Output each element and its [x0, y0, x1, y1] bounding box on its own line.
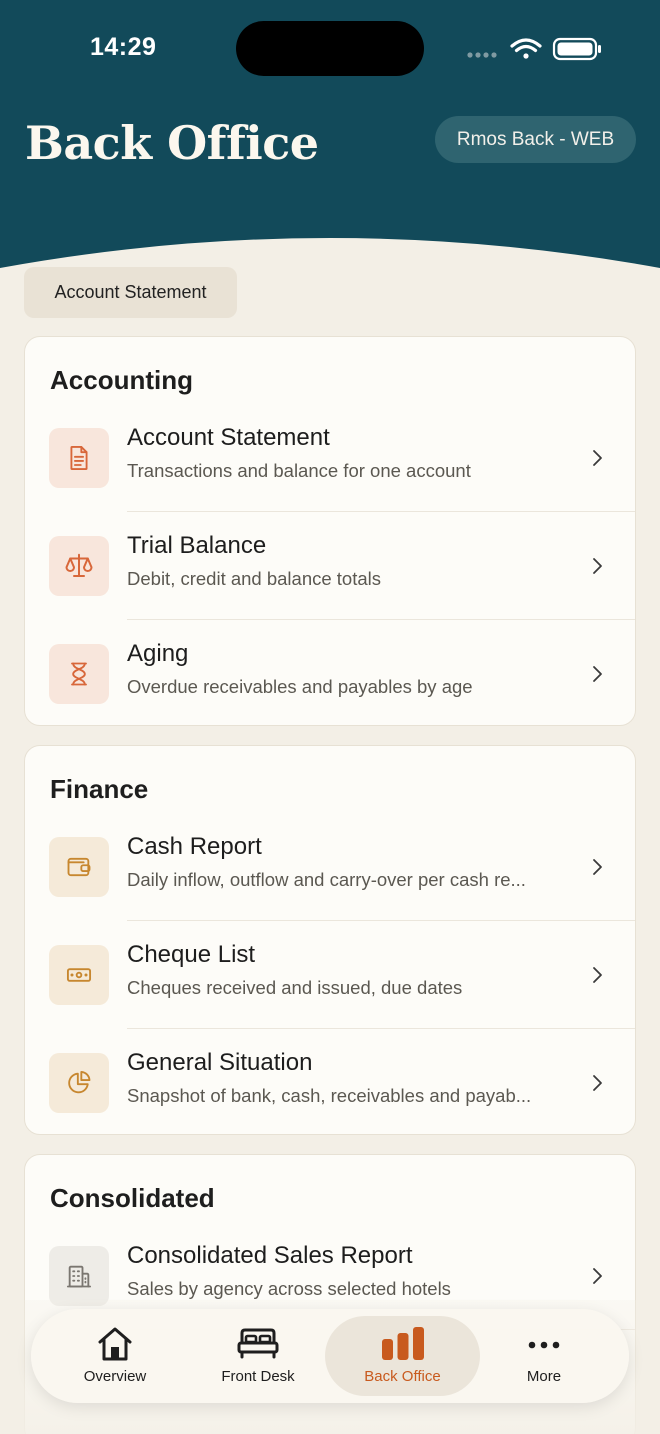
- tab-back-office[interactable]: Back Office: [325, 1309, 480, 1403]
- list-item-subtitle: Transactions and balance for one account: [127, 460, 471, 481]
- hourglass-icon: [49, 644, 109, 704]
- header: 14:29 Back Office Rmos Back - WEB: [0, 0, 660, 300]
- status-icons: [467, 37, 601, 61]
- list-item-subtitle: Overdue receivables and payables by age: [127, 676, 473, 697]
- list-item-cash-report[interactable]: Cash Report Daily inflow, outflow and ca…: [25, 813, 635, 921]
- list-item-title: General Situation: [127, 1049, 313, 1076]
- tab-label: Front Desk: [221, 1368, 295, 1385]
- section-title: Accounting: [50, 365, 193, 395]
- list-item-subtitle: Cheques received and issued, due dates: [127, 977, 463, 998]
- list-item-title: Aging: [127, 640, 189, 667]
- chevron-right-icon: [593, 558, 602, 574]
- chevron-right-icon: [593, 1268, 602, 1284]
- environment-selector[interactable]: Rmos Back - WEB: [435, 116, 636, 163]
- list-item-title: Trial Balance: [127, 532, 267, 559]
- more-icon: [528, 1341, 560, 1349]
- list-item-title: Cheque List: [127, 941, 256, 968]
- list-item-cheque-list[interactable]: Cheque List Cheques received and issued,…: [25, 921, 635, 1029]
- pie-chart-icon: [49, 1053, 109, 1113]
- list-item-subtitle: Daily inflow, outflow and carry-over per…: [127, 869, 526, 890]
- dynamic-island: [236, 21, 424, 76]
- status-time: 14:29: [90, 33, 157, 61]
- tab-front-desk[interactable]: Front Desk: [183, 1309, 333, 1403]
- tab-label: Overview: [83, 1368, 147, 1385]
- section-title: Consolidated: [50, 1183, 215, 1213]
- wallet-icon: [49, 837, 109, 897]
- list-item-title: Consolidated Sales Report: [127, 1242, 413, 1269]
- chevron-right-icon: [593, 859, 602, 875]
- chevron-right-icon: [593, 666, 602, 682]
- list-item-subtitle: Snapshot of bank, cash, receivables and …: [127, 1085, 532, 1106]
- page-title: Back Office: [25, 116, 319, 170]
- banknote-icon: [49, 945, 109, 1005]
- building-icon: [49, 1246, 109, 1306]
- chevron-right-icon: [593, 967, 602, 983]
- battery-icon: [552, 37, 601, 61]
- signal-icon: [467, 52, 497, 58]
- chevron-right-icon: [593, 450, 602, 466]
- list-item-subtitle: Debit, credit and balance totals: [127, 568, 382, 589]
- tab-bar: Overview Front Desk Back Office More: [31, 1309, 629, 1403]
- list-item-title: Cash Report: [127, 833, 262, 860]
- list-item-subtitle: Sales by agency across selected hotels: [127, 1278, 451, 1299]
- tab-label: Back Office: [364, 1368, 441, 1385]
- list-item-aging[interactable]: Aging Overdue receivables and payables b…: [25, 620, 635, 728]
- list-item-account-statement[interactable]: Account Statement Transactions and balan…: [25, 404, 635, 512]
- list-item-title: Account Statement: [127, 424, 330, 451]
- recent-shortcut-chip[interactable]: Account Statement: [24, 267, 237, 318]
- home-icon: [98, 1327, 132, 1361]
- bar-chart-icon: [382, 1327, 424, 1360]
- tab-overview[interactable]: Overview: [40, 1309, 190, 1403]
- section-title: Finance: [50, 774, 149, 804]
- list-item-general-situation[interactable]: General Situation Snapshot of bank, cash…: [25, 1029, 635, 1137]
- finance-card: Finance Cash Report Daily inflow, outflo…: [24, 745, 636, 1135]
- document-icon: [49, 428, 109, 488]
- tab-more[interactable]: More: [469, 1309, 619, 1403]
- chevron-right-icon: [593, 1075, 602, 1091]
- tab-label: More: [526, 1368, 562, 1385]
- bed-icon: [237, 1328, 279, 1359]
- list-item-trial-balance[interactable]: Trial Balance Debit, credit and balance …: [25, 512, 635, 620]
- scale-icon: [49, 536, 109, 596]
- accounting-card: Accounting Account Statement Transaction…: [24, 336, 636, 726]
- wifi-icon: [510, 38, 542, 59]
